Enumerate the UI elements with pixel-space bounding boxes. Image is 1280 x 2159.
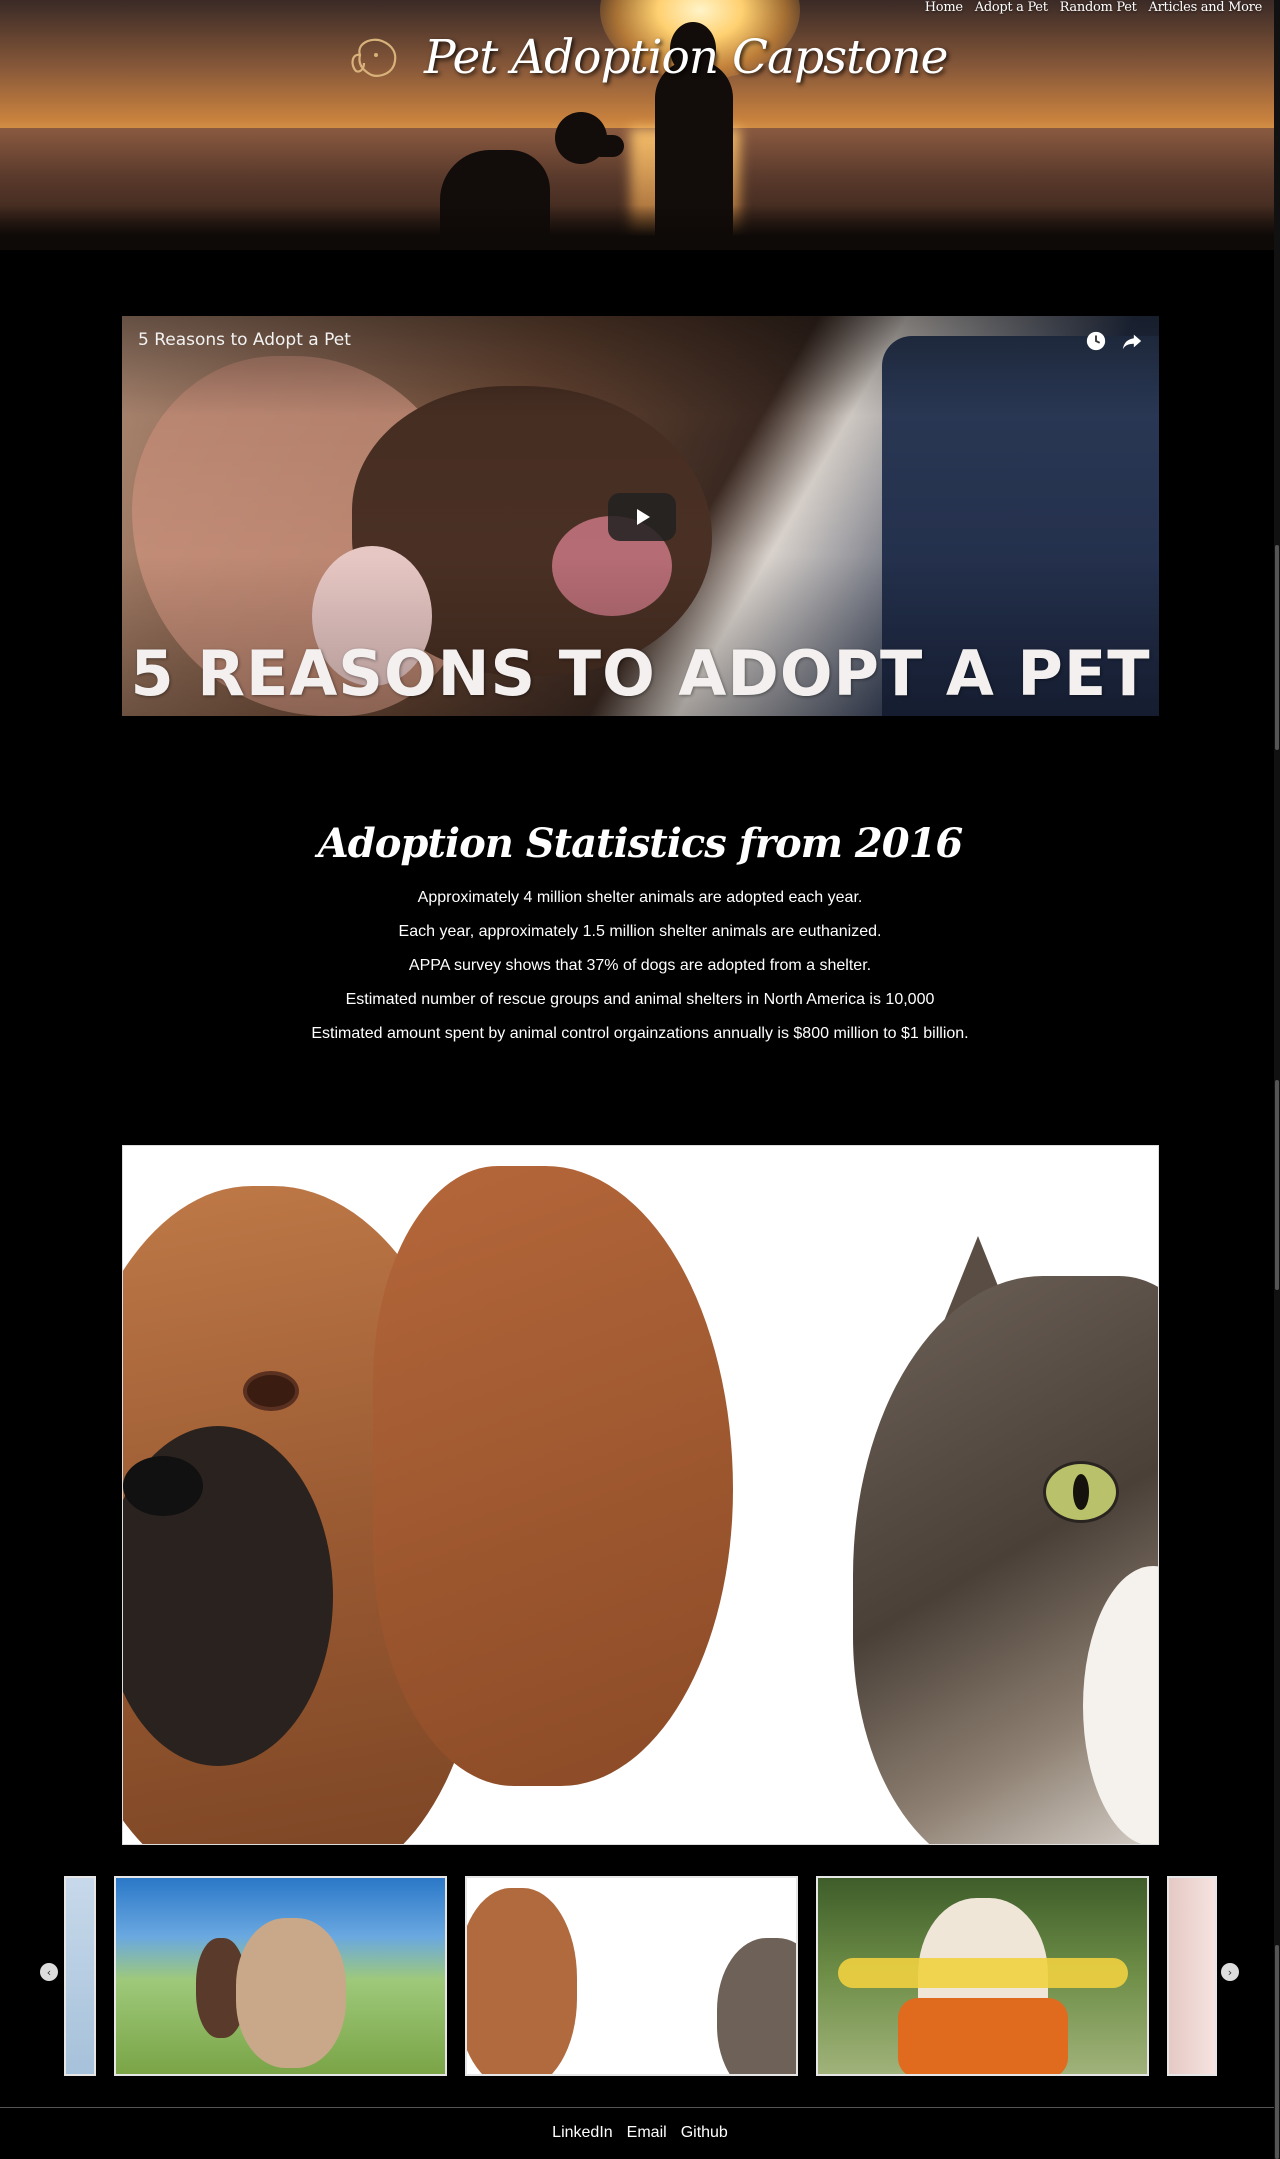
nav-adopt-a-pet[interactable]: Adopt a Pet — [975, 0, 1048, 15]
boxer-dog-nose — [123, 1456, 203, 1516]
play-button[interactable] — [608, 493, 676, 541]
scrollbar-thumb[interactable] — [1275, 1080, 1279, 1290]
boxer-dog-eye — [243, 1371, 299, 1411]
top-navigation: Home Adopt a Pet Random Pet Articles and… — [925, 0, 1263, 15]
footer-link-github[interactable]: Github — [681, 2124, 728, 2142]
stat-item: APPA survey shows that 37% of dogs are a… — [408, 957, 872, 974]
carousel-next-button[interactable]: › — [1221, 1963, 1239, 1981]
page-scrollbar[interactable] — [1274, 0, 1280, 2159]
mastiff-dog — [236, 1918, 346, 2068]
video-caption: 5 REASONS TO ADOPT A PET — [130, 637, 1151, 710]
nav-home[interactable]: Home — [925, 0, 963, 15]
hero-banner: Home Adopt a Pet Random Pet Articles and… — [0, 0, 1280, 250]
video-title[interactable]: 5 Reasons to Adopt a Pet — [138, 330, 351, 350]
footer: LinkedIn Email Github — [0, 2107, 1280, 2159]
boxer-dog-ear — [373, 1166, 733, 1786]
video-player[interactable]: 5 Reasons to Adopt a Pet 5 REASONS TO AD… — [122, 316, 1159, 716]
site-title: Pet Adoption Capstone — [424, 30, 948, 85]
play-icon — [637, 509, 650, 525]
yellow-tulips — [838, 1958, 1128, 1988]
featured-pet-image — [122, 1145, 1159, 1845]
chevron-right-icon: › — [1227, 1965, 1233, 1979]
dog-snout-silhouette — [590, 135, 624, 157]
carousel-prev-button[interactable]: ‹ — [40, 1963, 58, 1981]
footer-links: LinkedIn Email Github — [0, 2108, 1280, 2142]
carousel-thumb-partial[interactable] — [64, 1876, 96, 2076]
dog-head-icon — [351, 38, 397, 77]
stat-item: Each year, approximately 1.5 million she… — [398, 923, 882, 940]
carousel-thumb-puppy-flowers[interactable] — [816, 1876, 1149, 2076]
stats-heading: Adoption Statistics from 2016 — [317, 820, 964, 867]
grass-foreground — [0, 205, 1280, 250]
adoption-statistics: Adoption Statistics from 2016 Approximat… — [0, 820, 1280, 1051]
share-icon[interactable] — [1121, 330, 1143, 352]
carousel-thumb-dog-and-cat[interactable] — [465, 1876, 798, 2076]
footer-link-email[interactable]: Email — [627, 2124, 667, 2142]
chevron-left-icon: ‹ — [46, 1965, 52, 1979]
scrollbar-thumb[interactable] — [1275, 1945, 1279, 2159]
tabby-cat — [717, 1938, 796, 2074]
stat-item: Estimated amount spent by animal control… — [311, 1025, 969, 1042]
stat-item: Estimated number of rescue groups and an… — [345, 991, 935, 1008]
nav-random-pet[interactable]: Random Pet — [1060, 0, 1137, 15]
orange-vest — [898, 1998, 1068, 2074]
brand: Pet Adoption Capstone — [346, 30, 948, 85]
image-carousel: ‹ › — [0, 1873, 1280, 2076]
carousel-thumb-dogs-running[interactable] — [114, 1876, 447, 2076]
scrollbar-thumb[interactable] — [1275, 545, 1279, 750]
watch-later-icon[interactable] — [1085, 330, 1107, 352]
carousel-thumb-partial[interactable] — [1167, 1876, 1217, 2076]
tabby-cat-pupil — [1073, 1474, 1089, 1510]
nav-articles-and-more[interactable]: Articles and More — [1149, 0, 1263, 15]
video-controls — [1085, 330, 1143, 352]
boxer-dog — [467, 1888, 577, 2074]
footer-link-linkedin[interactable]: LinkedIn — [552, 2124, 613, 2142]
stats-list: Approximately 4 million shelter animals … — [0, 881, 1280, 1051]
stat-item: Approximately 4 million shelter animals … — [417, 889, 863, 906]
